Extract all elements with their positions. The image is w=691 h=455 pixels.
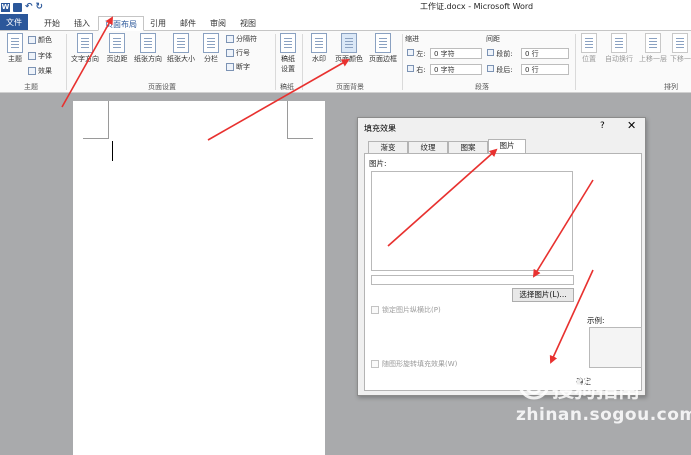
word-window: W ↶ ↻ 工作证.docx - Microsoft Word 文件 开始 插入…: [0, 0, 691, 455]
watermark-brand: 搜狗指南: [552, 378, 641, 403]
watermark-url: zhinan.sogou.com: [516, 405, 691, 425]
